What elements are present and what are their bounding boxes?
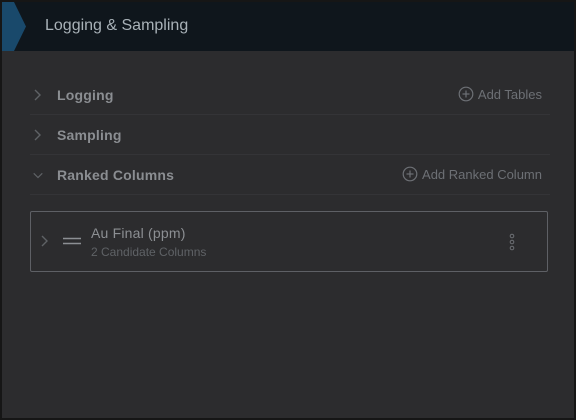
- section-label-ranked-columns: Ranked Columns: [57, 167, 175, 183]
- chevron-right-icon[interactable]: [32, 88, 44, 102]
- panel-header: Logging & Sampling: [2, 2, 574, 51]
- section-logging[interactable]: Logging Add Tables: [30, 76, 550, 115]
- section-label-sampling: Sampling: [57, 127, 122, 143]
- panel-title: Logging & Sampling: [45, 17, 189, 34]
- drag-handle-icon[interactable]: [63, 237, 81, 245]
- chevron-right-icon[interactable]: [39, 234, 51, 248]
- kebab-menu-icon[interactable]: [509, 233, 515, 251]
- chevron-accent-icon: [2, 2, 26, 51]
- add-ranked-column-label: Add Ranked Column: [422, 166, 542, 182]
- section-ranked-columns[interactable]: Ranked Columns Add Ranked Column: [30, 156, 550, 195]
- ranked-column-subtitle: 2 Candidate Columns: [91, 245, 207, 259]
- section-sampling[interactable]: Sampling: [30, 116, 550, 155]
- plus-circle-icon: [458, 86, 474, 102]
- plus-circle-icon: [402, 166, 418, 182]
- logging-sampling-panel: Logging & Sampling Logging Add Tables Sa…: [0, 0, 576, 420]
- ranked-column-card[interactable]: Au Final (ppm) 2 Candidate Columns: [30, 211, 548, 272]
- add-tables-button[interactable]: Add Tables: [458, 86, 542, 102]
- chevron-down-icon[interactable]: [32, 168, 44, 182]
- ranked-column-title: Au Final (ppm): [91, 225, 186, 241]
- chevron-right-icon[interactable]: [32, 128, 44, 142]
- add-ranked-column-button[interactable]: Add Ranked Column: [402, 166, 542, 182]
- section-label-logging: Logging: [57, 87, 114, 103]
- add-tables-label: Add Tables: [477, 86, 542, 102]
